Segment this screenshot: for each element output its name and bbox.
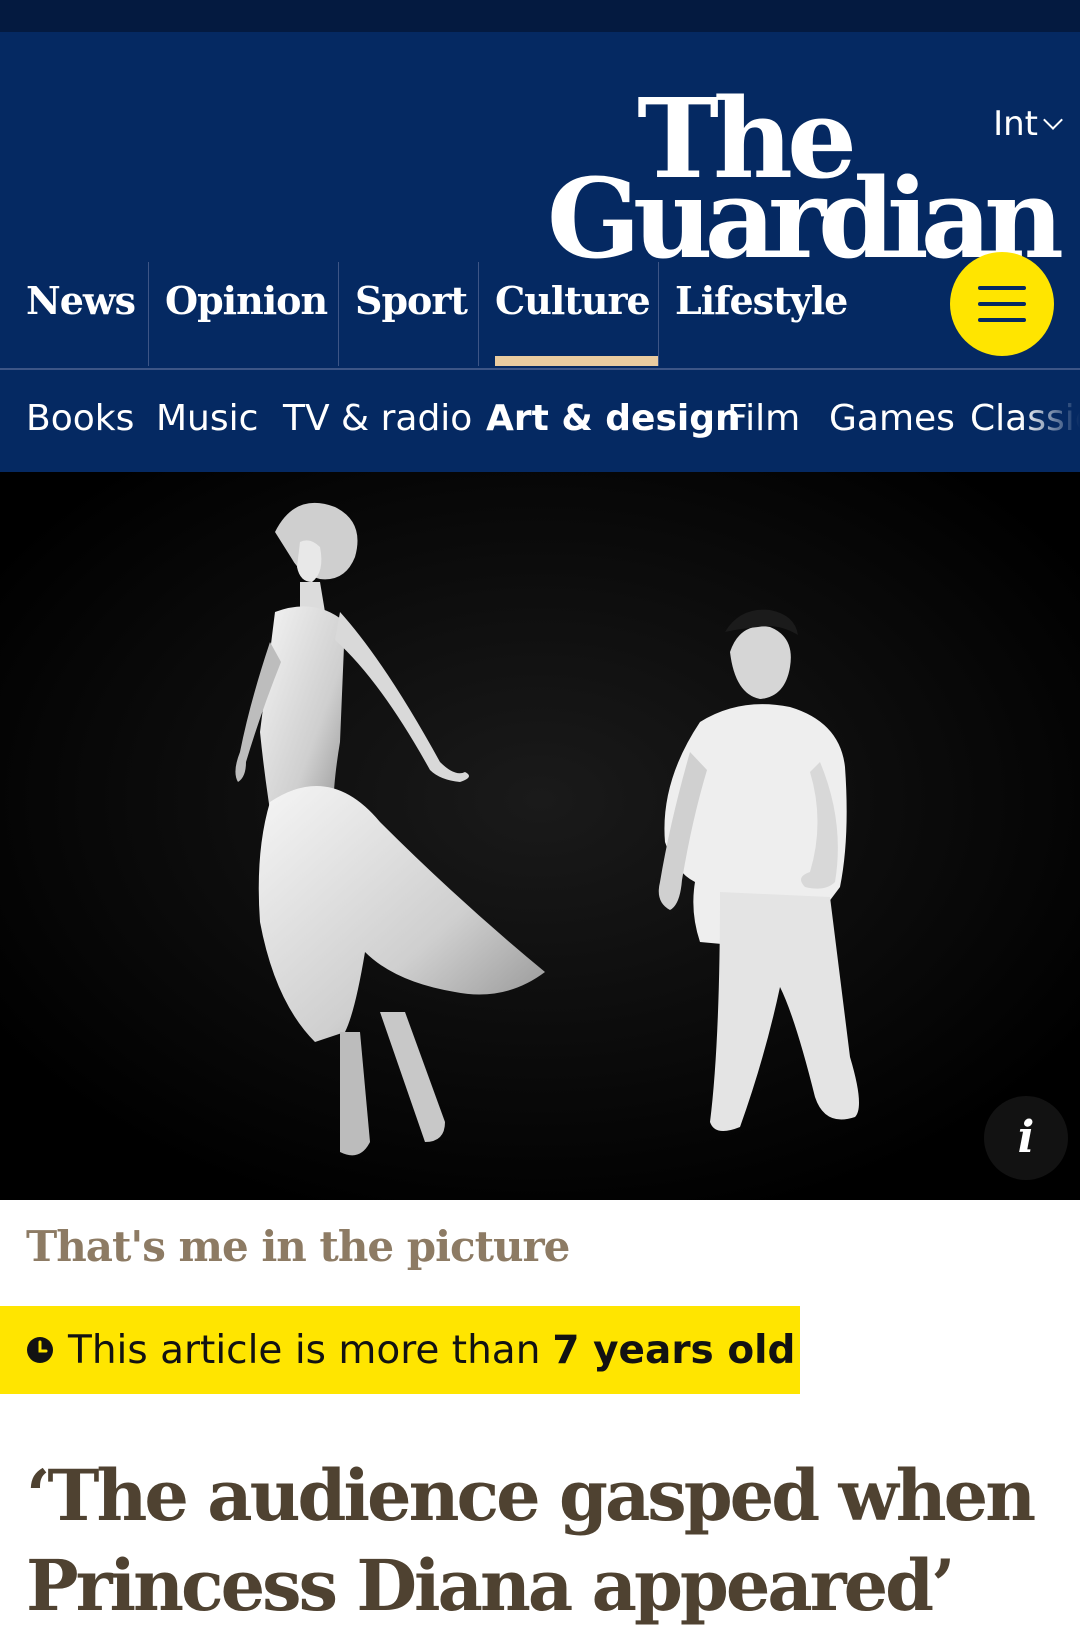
subnav-games[interactable]: Games	[829, 398, 955, 439]
pillar-label: Sport	[355, 278, 468, 323]
age-value: 7 years old	[552, 1327, 796, 1373]
subnav-art-design[interactable]: Art & design	[486, 398, 741, 439]
subnav-film[interactable]: Film	[727, 398, 800, 439]
active-pillar-indicator	[495, 356, 658, 366]
pillar-lifestyle[interactable]: Lifestyle	[658, 262, 858, 366]
pillar-label: Culture	[495, 278, 651, 323]
image-info-button[interactable]: i	[984, 1096, 1068, 1180]
hero-image[interactable]: i	[0, 472, 1080, 1200]
pillar-opinion[interactable]: Opinion	[148, 262, 338, 366]
pillar-nav: News Opinion Sport Culture Lifestyle	[0, 262, 1080, 370]
pillar-sport[interactable]: Sport	[338, 262, 478, 366]
culture-subnav: Books Music TV & radio Art & design Film…	[0, 370, 1080, 472]
pillar-label: Opinion	[165, 278, 328, 323]
hamburger-icon-bar	[978, 318, 1026, 322]
pillar-culture[interactable]: Culture	[478, 262, 658, 366]
hamburger-icon-bar	[978, 302, 1026, 306]
clock-icon	[27, 1337, 53, 1363]
subnav-books[interactable]: Books	[26, 398, 134, 439]
info-icon: i	[1017, 1112, 1035, 1163]
series-title[interactable]: That's me in the picture	[26, 1222, 570, 1271]
pillar-label: Lifestyle	[675, 278, 848, 323]
pillar-label: News	[26, 278, 136, 323]
article-age-warning: This article is more than 7 years old	[0, 1306, 800, 1394]
hero-photo-dancers	[0, 472, 1080, 1200]
pillar-news[interactable]: News	[10, 262, 148, 366]
age-prefix: This article is more than	[68, 1327, 541, 1373]
guardian-logo[interactable]: The Guardian	[496, 84, 1064, 274]
subnav-fade	[1020, 370, 1080, 472]
subnav-music[interactable]: Music	[156, 398, 258, 439]
hamburger-icon	[978, 286, 1026, 290]
subnav-tv-radio[interactable]: TV & radio	[283, 398, 472, 439]
status-bar	[0, 0, 1080, 32]
article-headline: ‘The audience gasped when Princess Diana…	[26, 1453, 1036, 1627]
menu-button[interactable]	[950, 252, 1054, 356]
